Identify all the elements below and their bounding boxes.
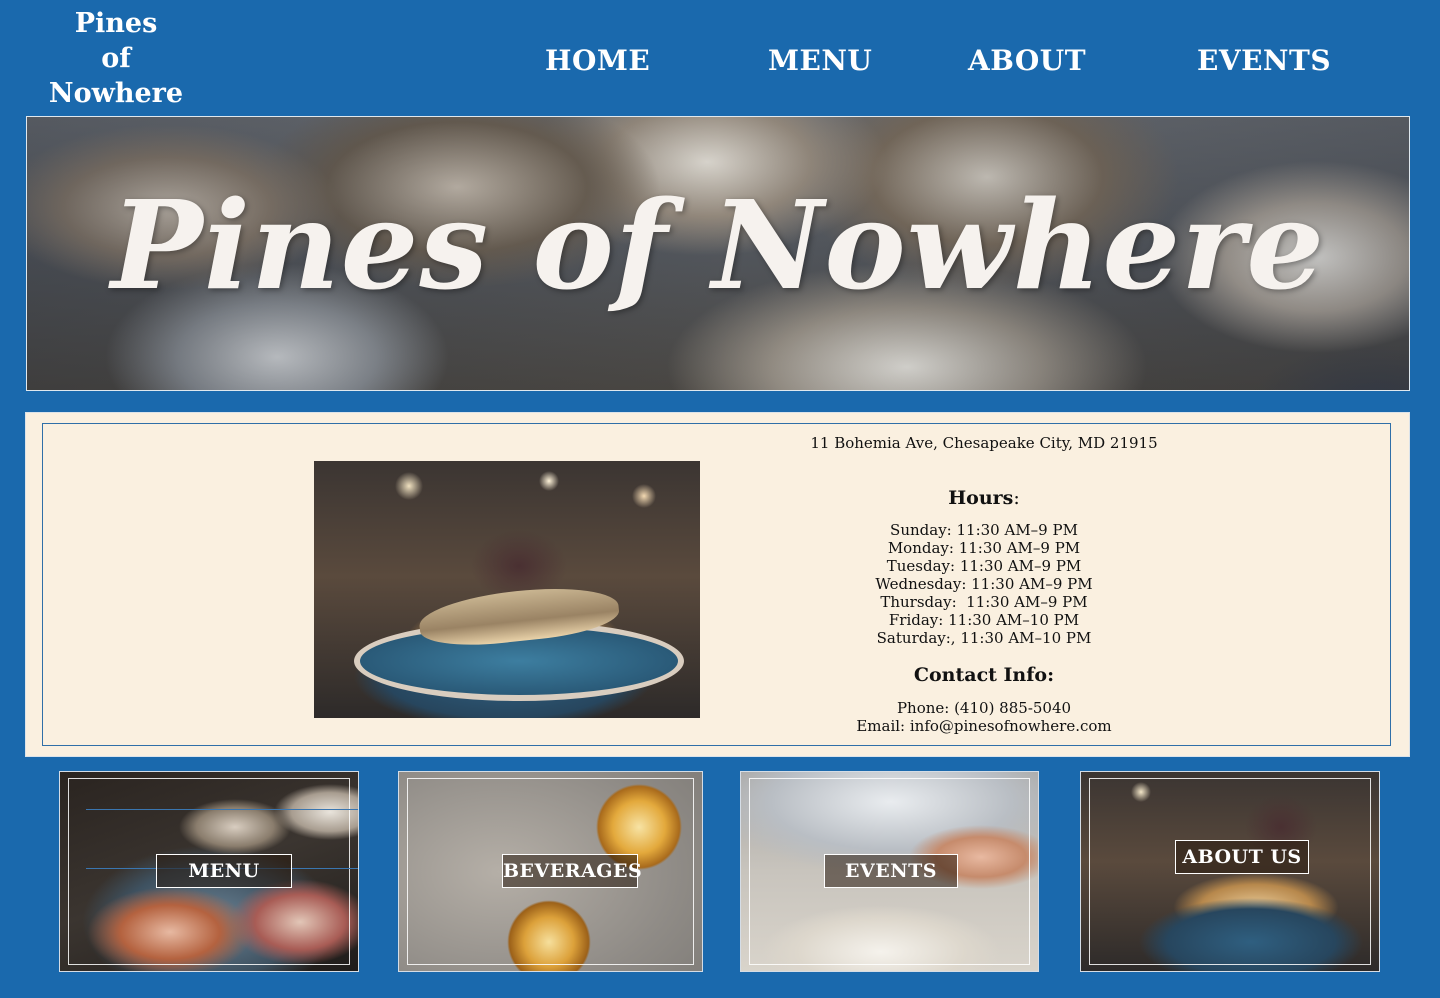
tile-about-us[interactable]: ABOUT US [1080,771,1380,972]
address-text: 11 Bohemia Ave, Chesapeake City, MD 2191… [810,434,1158,452]
nav-events-link[interactable]: EVENTS [1197,44,1331,77]
nav-home-link[interactable]: HOME [545,44,650,77]
tile-beverages[interactable]: BEVERAGES [398,771,703,972]
hero-title: Pines of Nowhere [110,173,1326,317]
contact-block: 11 Bohemia Ave, Chesapeake City, MD 2191… [760,433,1208,735]
hours-line-tuesday: Tuesday: 11:30 AM–9 PM [886,557,1082,575]
logo-line-1: Pines [74,8,158,39]
phone-text[interactable]: Phone: (410) 885-5040 [760,699,1208,717]
hours-heading-label: Hours [948,487,1014,509]
hours-list: Sunday: 11:30 AM–9 PM Monday: 11:30 AM–9… [760,521,1208,647]
tile-events[interactable]: EVENTS [740,771,1039,972]
food-photo [314,461,700,718]
tile-menu[interactable]: MENU [59,771,359,972]
hours-heading: Hours: [760,486,1208,510]
divider-line [86,809,358,810]
hours-line-monday: Monday: 11:30 AM–9 PM [887,539,1081,557]
tile-events-label[interactable]: EVENTS [824,854,958,888]
logo-line-3: Nowhere [48,78,184,109]
contact-heading: Contact Info: [913,664,1055,686]
nav-about-link[interactable]: ABOUT [968,44,1086,77]
contact-lines: Phone: (410) 885-5040 Email: info@pineso… [760,699,1208,735]
logo-line-2: of [101,43,131,74]
hours-line-friday: Friday: 11:30 AM–10 PM [888,611,1080,629]
hero-banner: Pines of Nowhere [26,116,1410,391]
tile-beverages-label[interactable]: BEVERAGES [502,854,642,888]
tile-menu-label[interactable]: MENU [156,854,292,888]
nav-menu-link[interactable]: MENU [768,44,872,77]
hours-line-thursday: Thursday: 11:30 AM–9 PM [880,593,1088,611]
site-logo[interactable]: Pines of Nowhere [40,6,192,111]
hours-heading-colon: : [1013,487,1020,509]
email-text[interactable]: Email: info@pinesofnowhere.com [760,717,1208,735]
hours-line-sunday: Sunday: 11:30 AM–9 PM [890,521,1078,539]
hours-line-saturday: Saturday:, 11:30 AM–10 PM [876,629,1092,647]
tile-about-us-label[interactable]: ABOUT US [1175,840,1309,874]
hours-line-wednesday: Wednesday: 11:30 AM–9 PM [875,575,1093,593]
